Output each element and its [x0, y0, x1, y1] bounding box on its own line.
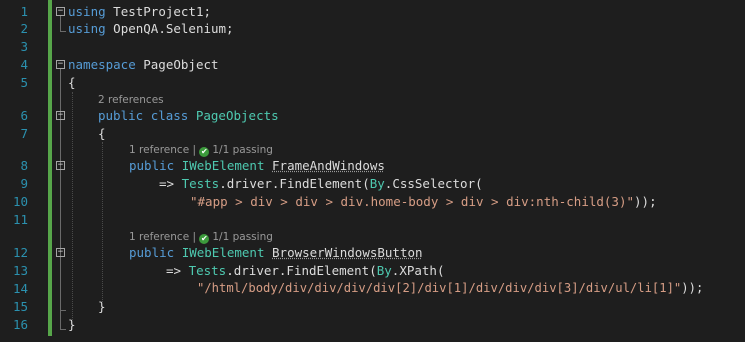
collapse-icon[interactable]: − — [56, 248, 65, 257]
codelens-references[interactable]: 2 references — [98, 94, 164, 106]
type-name: By — [376, 263, 392, 278]
type-name: IWebElement — [181, 245, 265, 260]
codelens-method-2[interactable]: 1 reference | ✔ 1/1 passing — [129, 231, 273, 244]
references-count[interactable]: 2 references — [98, 94, 164, 106]
code-text: PageObject — [135, 57, 219, 72]
member-name: FrameAndWindows — [272, 158, 385, 173]
member-name: BrowserWindowsButton — [272, 245, 423, 260]
type-name: PageObjects — [195, 108, 279, 123]
code-text: => — [159, 176, 182, 191]
open-brace: { — [68, 75, 76, 90]
fold-line — [60, 69, 61, 330]
indent-guide — [102, 142, 103, 302]
string-literal: "/html/body/div/div/div/div[2]/div[1]/di… — [197, 281, 682, 295]
code-line-16[interactable]: } — [68, 317, 76, 332]
code-line-13[interactable]: => Tests.driver.FindElement(By.XPath( — [166, 263, 444, 278]
code-line-14[interactable]: "/html/body/div/div/div/div[2]/div[1]/di… — [197, 281, 703, 296]
keyword: namespace — [68, 57, 136, 72]
code-line-4[interactable]: namespace PageObject — [68, 57, 219, 72]
line-number: 7 — [20, 126, 28, 141]
tests-passing[interactable]: 1/1 passing — [212, 144, 273, 156]
code-editor[interactable]: 1 2 3 4 5 6 7 8 9 10 11 12 13 14 15 16 −… — [0, 0, 745, 342]
code-line-12[interactable]: public IWebElement BrowserWindowsButton — [129, 245, 423, 260]
code-line-1[interactable]: using TestProject1; — [68, 4, 211, 19]
line-number: 4 — [20, 57, 28, 72]
line-number: 14 — [12, 281, 28, 296]
fold-line — [60, 16, 61, 32]
fold-end-tick — [60, 329, 66, 330]
test-passed-icon: ✔ — [199, 234, 210, 244]
open-brace: { — [98, 126, 106, 141]
line-number-gutter: 1 2 3 4 5 6 7 8 9 10 11 12 13 14 15 16 — [0, 0, 48, 342]
close-brace: } — [68, 317, 76, 332]
line-number: 5 — [20, 75, 28, 90]
line-number: 9 — [20, 176, 28, 191]
code-text: )); — [681, 281, 704, 295]
string-literal: "#app > div > div > div.home-body > div … — [190, 194, 635, 209]
code-text: OpenQA.Selenium; — [105, 21, 234, 36]
line-number: 13 — [12, 263, 28, 278]
line-number: 2 — [20, 21, 28, 36]
type-name: By — [369, 176, 385, 191]
indent-guide — [72, 92, 73, 320]
code-line-8[interactable]: public IWebElement FrameAndWindows — [129, 158, 385, 173]
code-text: .driver.FindElement( — [226, 263, 377, 278]
line-number: 12 — [12, 245, 28, 260]
keyword: using — [68, 21, 106, 36]
code-text: .driver.FindElement( — [219, 176, 370, 191]
fold-end-tick — [60, 310, 66, 311]
type-name: IWebElement — [181, 158, 265, 173]
line-number: 11 — [12, 212, 28, 227]
code-text: )); — [634, 194, 657, 209]
code-line-10[interactable]: "#app > div > div > div.home-body > div … — [190, 194, 657, 209]
type-name: Tests — [188, 263, 227, 278]
code-line-2[interactable]: using OpenQA.Selenium; — [68, 21, 234, 36]
codelens-separator: | — [189, 144, 200, 156]
code-text: TestProject1; — [105, 4, 211, 19]
keyword: public — [129, 158, 175, 173]
close-brace: } — [98, 299, 106, 314]
keyword: using — [68, 4, 106, 19]
line-number: 10 — [12, 194, 28, 209]
keyword: public — [98, 108, 144, 123]
fold-end-tick — [60, 31, 66, 32]
line-number: 16 — [12, 317, 28, 332]
codelens-method-1[interactable]: 1 reference | ✔ 1/1 passing — [129, 144, 273, 157]
tests-passing[interactable]: 1/1 passing — [212, 231, 273, 243]
code-line-15[interactable]: } — [98, 299, 106, 314]
references-count[interactable]: 1 reference — [129, 144, 189, 156]
collapse-icon[interactable]: − — [56, 7, 65, 16]
change-indicator-bar — [48, 0, 52, 336]
line-number: 3 — [20, 39, 28, 54]
code-text: .CssSelector( — [384, 176, 483, 191]
code-line-7[interactable]: { — [98, 126, 106, 141]
line-number: 15 — [12, 299, 28, 314]
collapse-icon[interactable]: − — [56, 60, 65, 69]
test-passed-icon: ✔ — [199, 147, 210, 157]
code-text: .XPath( — [391, 263, 445, 278]
collapse-icon[interactable]: − — [56, 111, 65, 120]
collapse-icon[interactable]: − — [56, 161, 65, 170]
keyword: public — [129, 245, 175, 260]
references-count[interactable]: 1 reference — [129, 231, 189, 243]
type-name: Tests — [181, 176, 220, 191]
keyword: class — [150, 108, 189, 123]
line-number: 1 — [20, 4, 28, 19]
code-line-5[interactable]: { — [68, 75, 76, 90]
line-number: 8 — [20, 158, 28, 173]
code-line-9[interactable]: => Tests.driver.FindElement(By.CssSelect… — [159, 176, 483, 191]
line-number: 6 — [20, 108, 28, 123]
code-text: => — [166, 263, 189, 278]
codelens-separator: | — [189, 231, 200, 243]
code-line-6[interactable]: public class PageObjects — [98, 108, 279, 123]
